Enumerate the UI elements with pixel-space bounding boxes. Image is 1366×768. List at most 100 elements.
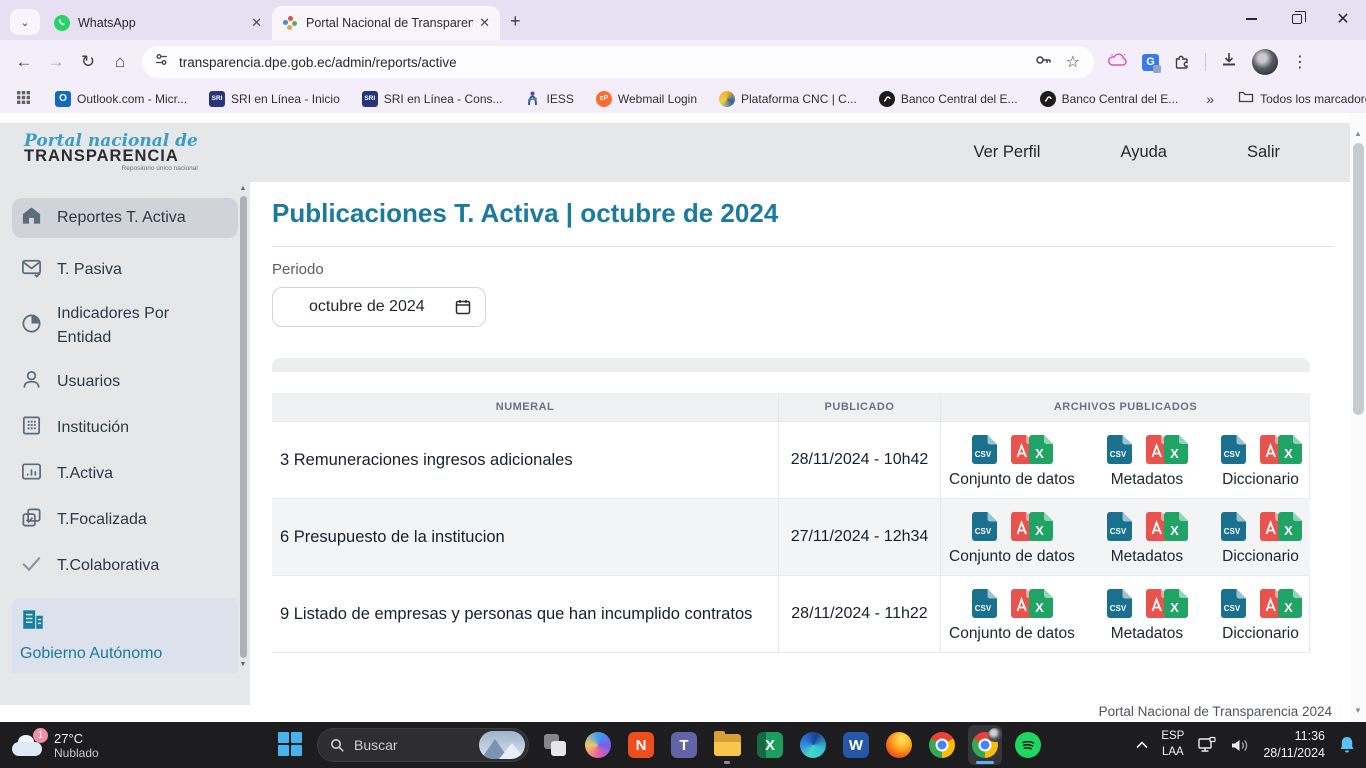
file-group-label[interactable]: Diccionario	[1222, 471, 1299, 489]
reload-button[interactable]: ↻	[72, 52, 104, 72]
csv-file-icon[interactable]: CSV	[1219, 511, 1246, 542]
sidebar-item-t-focalizada[interactable]: T.Focalizada	[12, 506, 238, 534]
csv-file-icon[interactable]: CSV	[1219, 588, 1246, 619]
scrollbar-thumb[interactable]	[240, 196, 247, 658]
file-group-label[interactable]: Diccionario	[1222, 625, 1299, 643]
notifications-bell-icon[interactable]	[1338, 735, 1356, 755]
excel-file-icon[interactable]: X	[1276, 511, 1302, 542]
excel-file-icon[interactable]: X	[1162, 588, 1188, 619]
all-bookmarks-button[interactable]: Todos los marcadores	[1238, 90, 1366, 107]
csv-file-icon[interactable]: CSV	[1105, 511, 1132, 542]
taskbar-app-chrome[interactable]	[925, 725, 959, 765]
profile-avatar[interactable]	[1252, 49, 1278, 75]
file-group-label[interactable]: Metadatos	[1111, 548, 1183, 566]
new-tab-button[interactable]: +	[510, 11, 521, 32]
sidebar-item-indicadores[interactable]: Indicadores Por Entidad	[12, 302, 238, 350]
tab-search-button[interactable]: ⌄	[10, 9, 40, 35]
menu-dots-icon[interactable]: ⋮	[1292, 52, 1308, 72]
language-indicator[interactable]: ESP LAA	[1161, 729, 1184, 760]
taskbar-app-word[interactable]: W	[839, 725, 873, 765]
period-month-input[interactable]: octubre de 2024	[272, 287, 486, 327]
url-text[interactable]: transparencia.dpe.gob.ec/admin/reports/a…	[179, 55, 1034, 70]
address-bar[interactable]: transparencia.dpe.gob.ec/admin/reports/a…	[142, 46, 1094, 78]
translate-icon[interactable]: G	[1142, 54, 1159, 71]
extension-cloud-icon[interactable]	[1108, 52, 1128, 73]
taskbar-app-spotify[interactable]	[1011, 725, 1045, 765]
sidebar-item-reportes-t-activa[interactable]: Reportes T. Activa	[12, 198, 238, 238]
password-key-icon[interactable]	[1034, 51, 1052, 74]
bookmark-sri-inicio[interactable]: SRI SRI en Línea - Inicio	[209, 91, 340, 107]
sidebar-item-gobierno-autonomo[interactable]: Gobierno Autónomo	[12, 598, 238, 673]
search-highlight-image[interactable]	[479, 731, 525, 759]
taskbar-app-chrome-active[interactable]	[968, 725, 1002, 765]
taskbar-app-edge[interactable]	[796, 725, 830, 765]
extensions-puzzle-icon[interactable]	[1173, 51, 1191, 74]
taskbar-search[interactable]: Buscar	[317, 728, 529, 762]
task-view-button[interactable]	[538, 725, 572, 765]
sidebar-item-t-activa[interactable]: T.Activa	[12, 460, 238, 488]
scroll-up-icon[interactable]: ▲	[1354, 127, 1362, 141]
start-button[interactable]	[274, 725, 308, 765]
csv-file-icon[interactable]: CSV	[970, 511, 997, 542]
taskbar-app-file-explorer[interactable]	[710, 725, 744, 765]
sidebar-item-usuarios[interactable]: Usuarios	[12, 368, 238, 396]
sidebar-item-t-colaborativa[interactable]: T.Colaborativa	[12, 552, 238, 580]
excel-file-icon[interactable]: X	[1276, 434, 1302, 465]
file-group-label[interactable]: Diccionario	[1222, 548, 1299, 566]
taskbar-app-copilot[interactable]	[581, 725, 615, 765]
scroll-up-icon[interactable]: ▲	[240, 184, 247, 194]
excel-file-icon[interactable]: X	[1276, 588, 1302, 619]
close-window-button[interactable]: ✕	[1320, 0, 1366, 38]
bookmark-iess[interactable]: IESS	[525, 91, 574, 107]
scrollbar-thumb[interactable]	[1353, 143, 1364, 415]
apps-grid-icon[interactable]	[16, 90, 31, 108]
csv-file-icon[interactable]: CSV	[970, 588, 997, 619]
site-info-icon[interactable]	[154, 52, 169, 72]
nav-salir[interactable]: Salir	[1247, 143, 1280, 162]
tray-chevron-up-icon[interactable]	[1136, 741, 1148, 749]
forward-button[interactable]: →	[40, 52, 72, 72]
bookmark-bce-2[interactable]: Banco Central del E...	[1040, 91, 1179, 107]
weather-widget[interactable]: 1 27°C Nublado	[10, 731, 260, 760]
bookmark-bce-1[interactable]: Banco Central del E...	[879, 91, 1018, 107]
bookmark-sri-consultas[interactable]: SRI SRI en Línea - Cons...	[362, 91, 503, 107]
taskbar-app-nitro-pdf[interactable]: N	[624, 725, 658, 765]
excel-file-icon[interactable]: X	[1027, 588, 1053, 619]
nav-ver-perfil[interactable]: Ver Perfil	[974, 143, 1041, 162]
csv-file-icon[interactable]: CSV	[970, 434, 997, 465]
taskbar-app-teams[interactable]: T	[667, 725, 701, 765]
excel-file-icon[interactable]: X	[1027, 434, 1053, 465]
sidebar-scrollbar[interactable]: ▲ ▼	[238, 184, 248, 670]
taskbar-app-firefox[interactable]	[882, 725, 916, 765]
bookmarks-overflow-chevron[interactable]: »	[1206, 91, 1214, 107]
sidebar-item-t-pasiva[interactable]: T. Pasiva	[12, 256, 238, 284]
tab-portal[interactable]: Portal Nacional de Transparenci ✕	[272, 6, 500, 40]
csv-file-icon[interactable]: CSV	[1105, 588, 1132, 619]
volume-icon[interactable]	[1230, 737, 1250, 754]
tab-whatsapp[interactable]: WhatsApp ✕	[44, 6, 272, 40]
file-group-label[interactable]: Conjunto de datos	[949, 625, 1075, 643]
excel-file-icon[interactable]: X	[1162, 434, 1188, 465]
restore-button[interactable]	[1274, 0, 1320, 38]
bookmark-star-icon[interactable]: ☆	[1066, 52, 1080, 72]
bookmark-webmail[interactable]: cP Webmail Login	[596, 91, 697, 107]
minimize-button[interactable]	[1228, 0, 1274, 38]
bookmark-outlook[interactable]: O Outlook.com - Micr...	[55, 91, 187, 107]
page-scrollbar[interactable]: ▲ ▼	[1350, 113, 1366, 722]
nav-ayuda[interactable]: Ayuda	[1120, 143, 1167, 162]
file-group-label[interactable]: Metadatos	[1111, 625, 1183, 643]
close-icon[interactable]: ✕	[251, 15, 262, 31]
back-button[interactable]: ←	[8, 52, 40, 72]
bookmark-cnc[interactable]: Plataforma CNC | C...	[719, 91, 857, 107]
scroll-down-icon[interactable]: ▼	[240, 660, 247, 670]
file-group-label[interactable]: Conjunto de datos	[949, 471, 1075, 489]
calendar-icon[interactable]	[455, 299, 471, 315]
taskbar-app-excel[interactable]: X	[753, 725, 787, 765]
close-icon[interactable]: ✕	[479, 15, 490, 31]
scroll-down-icon[interactable]: ▼	[1354, 704, 1362, 718]
network-icon[interactable]	[1197, 736, 1217, 754]
downloads-icon[interactable]	[1220, 51, 1238, 74]
sidebar-item-institucion[interactable]: Institución	[12, 414, 238, 442]
excel-file-icon[interactable]: X	[1027, 511, 1053, 542]
csv-file-icon[interactable]: CSV	[1219, 434, 1246, 465]
